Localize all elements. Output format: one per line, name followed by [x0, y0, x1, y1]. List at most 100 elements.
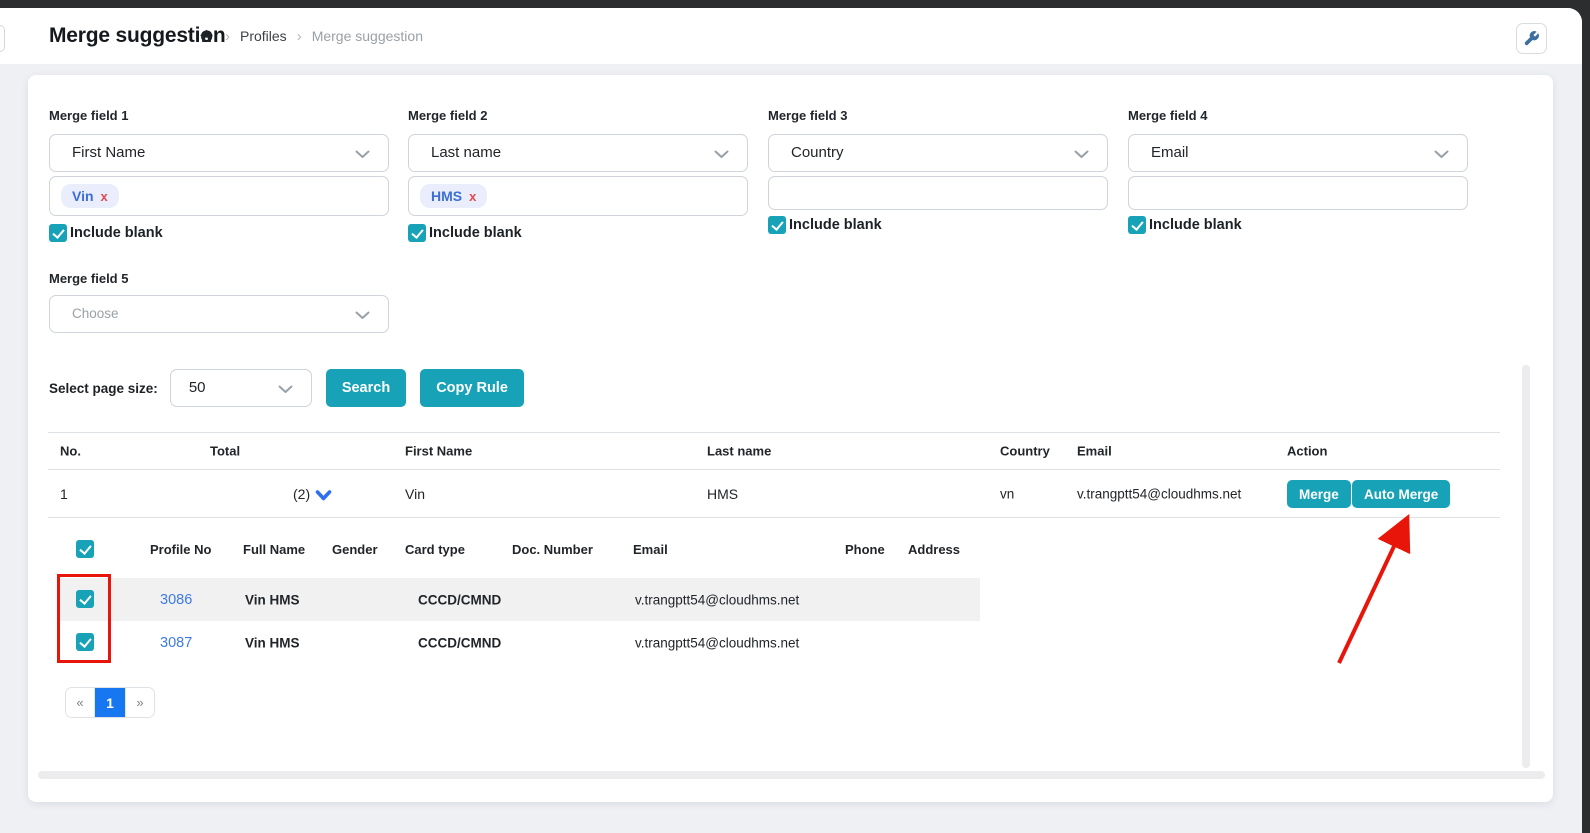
- horizontal-scrollbar[interactable]: [38, 771, 1545, 779]
- merge-field-3-select[interactable]: Country: [768, 134, 1108, 172]
- pagination: « 1 »: [65, 687, 155, 718]
- include-blank-label: Include blank: [1149, 217, 1242, 233]
- include-blank-label: Include blank: [789, 217, 882, 233]
- include-blank-checkbox[interactable]: [49, 224, 67, 242]
- full-name-cell: Vin HMS: [245, 635, 300, 650]
- card-type-cell: CCCD/CMND: [418, 592, 501, 607]
- col-last-name: Last name: [707, 444, 771, 459]
- merge-field-3-values-input[interactable]: [768, 176, 1108, 210]
- profile-no-link[interactable]: 3086: [160, 592, 192, 608]
- select-all-checkbox[interactable]: [76, 540, 94, 558]
- controls-row: Select page size: 50 Search Copy Rule: [49, 369, 524, 407]
- search-button[interactable]: Search: [326, 369, 406, 407]
- result-row: 1 (2) Vin HMS vn v.trangptt54@cloudhms.n…: [48, 470, 1500, 518]
- breadcrumb-separator: ›: [225, 28, 230, 45]
- include-blank-label: Include blank: [429, 225, 522, 241]
- merge-field-3-group: Merge field 3 Country Include blank: [768, 108, 1108, 278]
- include-blank-label: Include blank: [70, 225, 163, 241]
- email-cell: v.trangptt54@cloudhms.net: [635, 635, 799, 650]
- col-email: Email: [1077, 444, 1112, 459]
- sub-col-address: Address: [908, 542, 960, 557]
- col-first-name: First Name: [405, 444, 472, 459]
- auto-merge-button[interactable]: Auto Merge: [1352, 480, 1450, 508]
- col-country: Country: [1000, 444, 1050, 459]
- col-action: Action: [1287, 444, 1327, 459]
- tag-label: HMS: [431, 188, 462, 204]
- profile-checkbox[interactable]: [76, 633, 94, 651]
- include-blank-row: Include blank: [49, 224, 163, 242]
- profile-no-link[interactable]: 3087: [160, 635, 192, 651]
- pagination-next[interactable]: »: [125, 688, 154, 717]
- value-tag: HMS x: [420, 184, 487, 208]
- chevron-down-icon: [1074, 150, 1089, 159]
- breadcrumb-separator: ›: [297, 28, 302, 45]
- merge-field-5-label: Merge field 5: [49, 271, 128, 286]
- page-size-value: 50: [189, 370, 206, 406]
- total-count: (2): [293, 486, 310, 502]
- merge-field-4-select[interactable]: Email: [1128, 134, 1468, 172]
- include-blank-row: Include blank: [1128, 216, 1242, 234]
- chevron-down-icon: [714, 150, 729, 159]
- chevron-down-icon: [355, 150, 370, 159]
- profile-checkbox[interactable]: [76, 590, 94, 608]
- merge-field-1-value: First Name: [72, 135, 145, 171]
- sub-col-profile-no: Profile No: [150, 542, 211, 557]
- merge-field-4-label: Merge field 4: [1128, 108, 1207, 123]
- sub-col-full-name: Full Name: [243, 542, 305, 557]
- sub-col-gender: Gender: [332, 542, 378, 557]
- breadcrumb-item-profiles[interactable]: Profiles: [240, 28, 287, 44]
- cell-country: vn: [1000, 486, 1014, 501]
- include-blank-checkbox[interactable]: [408, 224, 426, 242]
- sidebar-toggle-partial[interactable]: [0, 25, 5, 52]
- merge-field-1-group: Merge field 1 First Name Vin x Include b…: [49, 108, 389, 278]
- merge-field-1-label: Merge field 1: [49, 108, 128, 123]
- page-sheet: Merge suggestion › Profiles › Merge sugg…: [0, 8, 1582, 833]
- value-tag: Vin x: [61, 184, 119, 208]
- page-size-select[interactable]: 50: [170, 369, 312, 407]
- pagination-prev[interactable]: «: [66, 688, 95, 717]
- results-table-header: No. Total First Name Last name Country E…: [48, 432, 1500, 470]
- home-icon[interactable]: [198, 28, 215, 44]
- merge-field-4-values-input[interactable]: [1128, 176, 1468, 210]
- merge-field-1-values-input[interactable]: Vin x: [49, 176, 389, 216]
- pagination-page-1[interactable]: 1: [95, 688, 125, 717]
- chevron-down-icon: [278, 385, 293, 394]
- col-no: No.: [60, 444, 81, 459]
- cell-email: v.trangptt54@cloudhms.net: [1077, 486, 1241, 501]
- chevron-down-icon: [1434, 150, 1449, 159]
- include-blank-row: Include blank: [408, 224, 522, 242]
- sub-col-phone: Phone: [845, 542, 885, 557]
- app-viewport: Merge suggestion › Profiles › Merge sugg…: [0, 0, 1590, 833]
- annotation-arrow: [1308, 508, 1428, 673]
- profile-row: 3087 Vin HMS CCCD/CMND v.trangptt54@clou…: [57, 621, 980, 664]
- full-name-cell: Vin HMS: [245, 592, 300, 607]
- merge-field-5-select[interactable]: Choose: [49, 295, 389, 333]
- merge-field-2-values-input[interactable]: HMS x: [408, 176, 748, 216]
- cell-total: (2): [293, 486, 332, 502]
- remove-tag-icon[interactable]: x: [469, 190, 476, 203]
- content-card: Merge field 1 First Name Vin x Include b…: [28, 75, 1553, 802]
- merge-field-2-label: Merge field 2: [408, 108, 487, 123]
- include-blank-checkbox[interactable]: [768, 216, 786, 234]
- sub-col-email: Email: [633, 542, 668, 557]
- expand-chevron-down-icon[interactable]: [315, 490, 332, 501]
- cell-first-name: Vin: [405, 486, 425, 502]
- breadcrumb-item-current: Merge suggestion: [312, 28, 423, 44]
- merge-field-2-select[interactable]: Last name: [408, 134, 748, 172]
- col-total: Total: [210, 444, 240, 459]
- tag-label: Vin: [72, 188, 94, 204]
- profile-row: 3086 Vin HMS CCCD/CMND v.trangptt54@clou…: [57, 578, 980, 621]
- merge-field-5-group: Merge field 5 Choose: [49, 271, 389, 341]
- top-header-bar: Merge suggestion › Profiles › Merge sugg…: [0, 8, 1582, 64]
- settings-tool-button[interactable]: [1516, 23, 1547, 54]
- results-table: No. Total First Name Last name Country E…: [48, 432, 1500, 518]
- merge-field-4-group: Merge field 4 Email Include blank: [1128, 108, 1468, 278]
- merge-field-5-placeholder: Choose: [72, 296, 119, 332]
- copy-rule-button[interactable]: Copy Rule: [420, 369, 524, 407]
- include-blank-checkbox[interactable]: [1128, 216, 1146, 234]
- merge-field-1-select[interactable]: First Name: [49, 134, 389, 172]
- merge-button[interactable]: Merge: [1287, 480, 1351, 508]
- vertical-scrollbar[interactable]: [1522, 365, 1530, 768]
- email-cell: v.trangptt54@cloudhms.net: [635, 592, 799, 607]
- remove-tag-icon[interactable]: x: [101, 190, 108, 203]
